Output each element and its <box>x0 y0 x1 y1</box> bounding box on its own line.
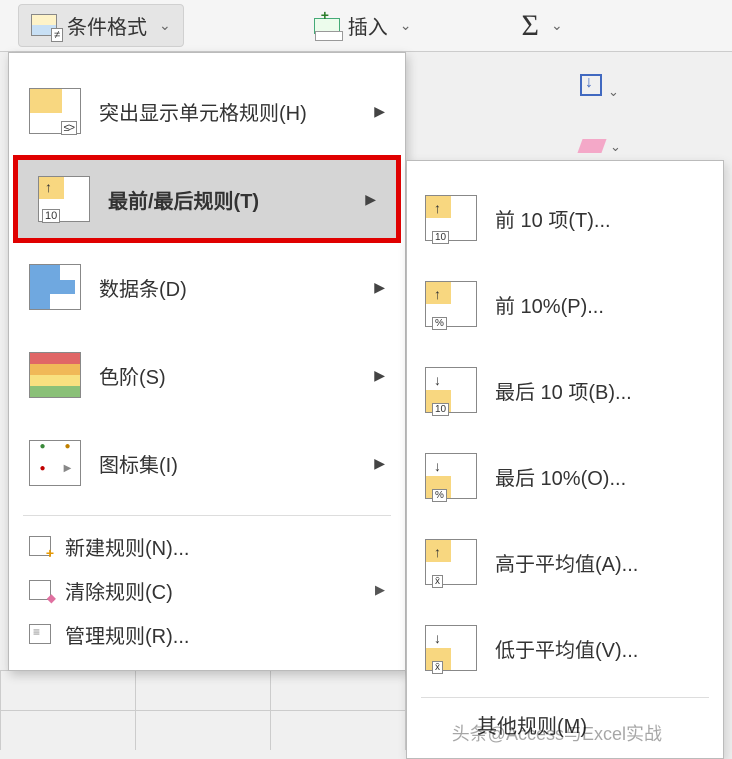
top10-percent-icon: ↑ % <box>425 281 477 327</box>
menu-label: 管理规则(R)... <box>65 620 189 649</box>
menu-item-new-rule[interactable]: 新建规则(N)... <box>9 524 405 568</box>
chevron-down-icon: ⌄ <box>551 17 563 34</box>
insert-button[interactable]: 插入 ⌄ <box>314 11 412 40</box>
menu-label: 数据条(D) <box>99 273 187 302</box>
bottom10-items-icon: ↓ 10 <box>425 367 477 413</box>
menu-item-color-scales[interactable]: 色阶(S) ▶ <box>9 331 405 419</box>
clear-button[interactable]: ⌄ <box>580 136 621 159</box>
ribbon-toolbar: 条件格式 ⌄ 插入 ⌄ Σ ⌄ <box>0 0 732 52</box>
submenu-label: 低于平均值(V)... <box>495 634 638 663</box>
manage-rules-icon <box>29 624 51 644</box>
submenu-item-below-average[interactable]: ↓ x̄ 低于平均值(V)... <box>407 605 723 691</box>
chevron-down-icon: ⌄ <box>400 17 412 34</box>
conditional-formatting-menu: 突出显示单元格规则(H) ▶ 最前/最后规则(T) ▶ 数据条(D) ▶ 色阶(… <box>8 52 406 671</box>
sigma-icon: Σ <box>521 9 538 43</box>
top-bottom-icon <box>38 176 90 222</box>
autosum-button[interactable]: Σ ⌄ <box>521 9 562 43</box>
submenu-item-top10-items[interactable]: ↑ 10 前 10 项(T)... <box>407 175 723 261</box>
toolbar-partial-items: ⌄ ⌄ <box>580 74 621 159</box>
menu-label: 新建规则(N)... <box>65 532 189 561</box>
menu-item-top-bottom[interactable]: 最前/最后规则(T) ▶ <box>13 155 401 243</box>
icon-sets-icon: ●●●▶ <box>29 440 81 486</box>
menu-item-icon-sets[interactable]: ●●●▶ 图标集(I) ▶ <box>9 419 405 507</box>
submenu-arrow-icon: ▶ <box>374 455 385 472</box>
fill-button[interactable]: ⌄ <box>580 74 621 102</box>
submenu-label: 最后 10%(O)... <box>495 462 626 491</box>
color-scales-icon <box>29 352 81 398</box>
fill-down-icon <box>580 74 602 96</box>
menu-separator <box>23 515 391 516</box>
submenu-arrow-icon: ▶ <box>374 103 385 120</box>
menu-item-highlight-cells[interactable]: 突出显示单元格规则(H) ▶ <box>9 67 405 155</box>
submenu-item-bottom10-percent[interactable]: ↓ % 最后 10%(O)... <box>407 433 723 519</box>
top-bottom-submenu: ↑ 10 前 10 项(T)... ↑ % 前 10%(P)... ↓ 10 最… <box>406 160 724 759</box>
insert-icon <box>314 18 340 34</box>
clear-rules-icon <box>29 580 51 600</box>
menu-label: 图标集(I) <box>99 449 178 478</box>
submenu-label: 高于平均值(A)... <box>495 548 638 577</box>
submenu-item-above-average[interactable]: ↑ x̄ 高于平均值(A)... <box>407 519 723 605</box>
submenu-label: 前 10%(P)... <box>495 290 604 319</box>
menu-separator <box>421 697 709 698</box>
menu-item-clear-rules[interactable]: 清除规则(C) ▶ <box>9 568 405 612</box>
above-average-icon: ↑ x̄ <box>425 539 477 585</box>
submenu-arrow-icon: ▶ <box>365 191 376 208</box>
menu-label: 突出显示单元格规则(H) <box>99 97 307 126</box>
menu-item-data-bars[interactable]: 数据条(D) ▶ <box>9 243 405 331</box>
conditional-formatting-button[interactable]: 条件格式 ⌄ <box>18 4 184 47</box>
submenu-arrow-icon: ▶ <box>375 582 385 598</box>
submenu-arrow-icon: ▶ <box>374 279 385 296</box>
spreadsheet-grid <box>0 670 406 750</box>
eraser-icon <box>577 139 606 153</box>
submenu-arrow-icon: ▶ <box>374 367 385 384</box>
new-rule-icon <box>29 536 51 556</box>
chevron-down-icon: ⌄ <box>159 17 171 34</box>
watermark-text: 头条@Access与Excel实战 <box>452 720 662 746</box>
conditional-formatting-icon <box>31 14 57 36</box>
insert-label: 插入 <box>348 11 388 40</box>
below-average-icon: ↓ x̄ <box>425 625 477 671</box>
submenu-item-top10-percent[interactable]: ↑ % 前 10%(P)... <box>407 261 723 347</box>
menu-label: 最前/最后规则(T) <box>108 185 259 214</box>
submenu-label: 前 10 项(T)... <box>495 204 611 233</box>
conditional-formatting-label: 条件格式 <box>67 11 147 40</box>
submenu-label: 最后 10 项(B)... <box>495 376 632 405</box>
top10-items-icon: ↑ 10 <box>425 195 477 241</box>
menu-label: 清除规则(C) <box>65 576 173 605</box>
submenu-item-bottom10-items[interactable]: ↓ 10 最后 10 项(B)... <box>407 347 723 433</box>
menu-label: 色阶(S) <box>99 361 166 390</box>
data-bars-icon <box>29 264 81 310</box>
highlight-cells-icon <box>29 88 81 134</box>
bottom10-percent-icon: ↓ % <box>425 453 477 499</box>
menu-item-manage-rules[interactable]: 管理规则(R)... <box>9 612 405 656</box>
